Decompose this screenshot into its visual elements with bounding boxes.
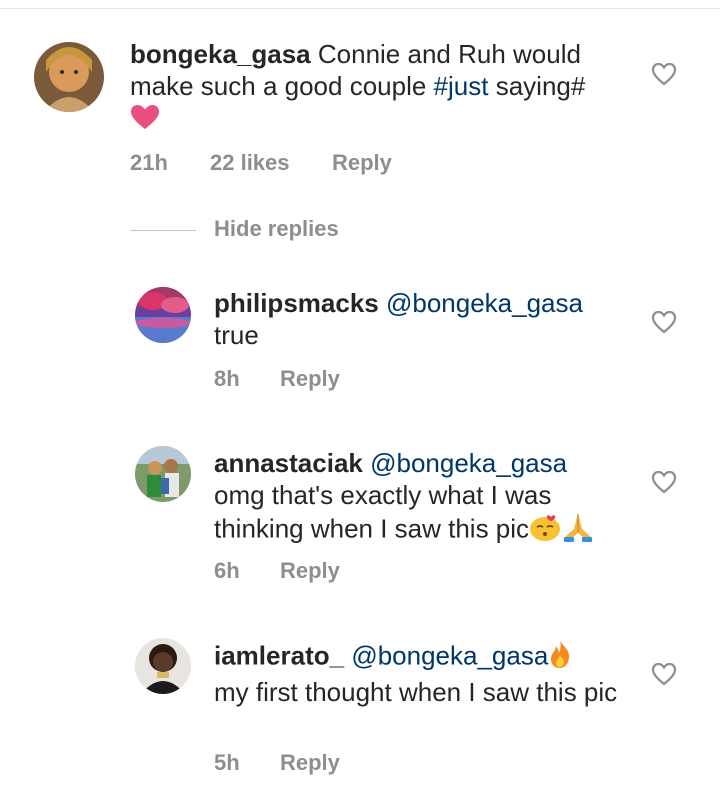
mention-link[interactable]: @bongeka_gasa [386,288,583,318]
hide-replies-divider [130,230,196,231]
reply-text: annastaciak @bongeka_gasa omg that's exa… [214,447,644,550]
reply-time: 8h [214,366,240,391]
reply-username[interactable]: annastaciak [214,448,363,478]
avatar[interactable] [135,287,191,343]
fire-icon [548,639,572,676]
reply-username[interactable]: iamlerato_ [214,640,344,670]
reply-body: true [214,320,259,350]
reply-username[interactable]: philipsmacks [214,288,379,318]
like-heart-icon[interactable] [650,660,678,688]
top-divider [0,8,720,9]
pink-heart-icon [130,104,160,137]
reply-time: 5h [214,750,240,775]
hashtag-link[interactable]: #just [434,71,489,101]
like-heart-icon[interactable] [650,60,678,88]
like-heart-icon[interactable] [650,468,678,496]
avatar[interactable] [34,42,104,112]
comment-username[interactable]: bongeka_gasa [130,39,311,69]
like-heart-icon[interactable] [650,308,678,336]
reply-text: iamlerato_ @bongeka_gasa my first though… [214,639,634,708]
comment-likes[interactable]: 22 likes [210,150,290,176]
kissing-face-icon [529,512,561,549]
avatar[interactable] [135,446,191,502]
mention-link[interactable]: @bongeka_gasa [351,640,548,670]
reply-button[interactable]: Reply [332,150,392,176]
reply-button[interactable]: Reply [280,366,340,392]
reply-button[interactable]: Reply [280,750,340,776]
avatar[interactable] [135,638,191,694]
comment-body-after: saying# [495,71,586,101]
reply-text: philipsmacks @bongeka_gasa true [214,287,634,351]
hide-replies-label[interactable]: Hide replies [214,216,339,242]
reply-button[interactable]: Reply [280,558,340,584]
comment-text: bongeka_gasa Connie and Ruh would make s… [130,38,630,137]
comment-time: 21h [130,150,168,175]
reply-body: my first thought when I saw this pic [214,677,618,707]
reply-body: omg that's exactly what I was thinking w… [214,480,552,544]
mention-link[interactable]: @bongeka_gasa [370,448,567,478]
reply-time: 6h [214,558,240,583]
folded-hands-icon [561,511,595,550]
